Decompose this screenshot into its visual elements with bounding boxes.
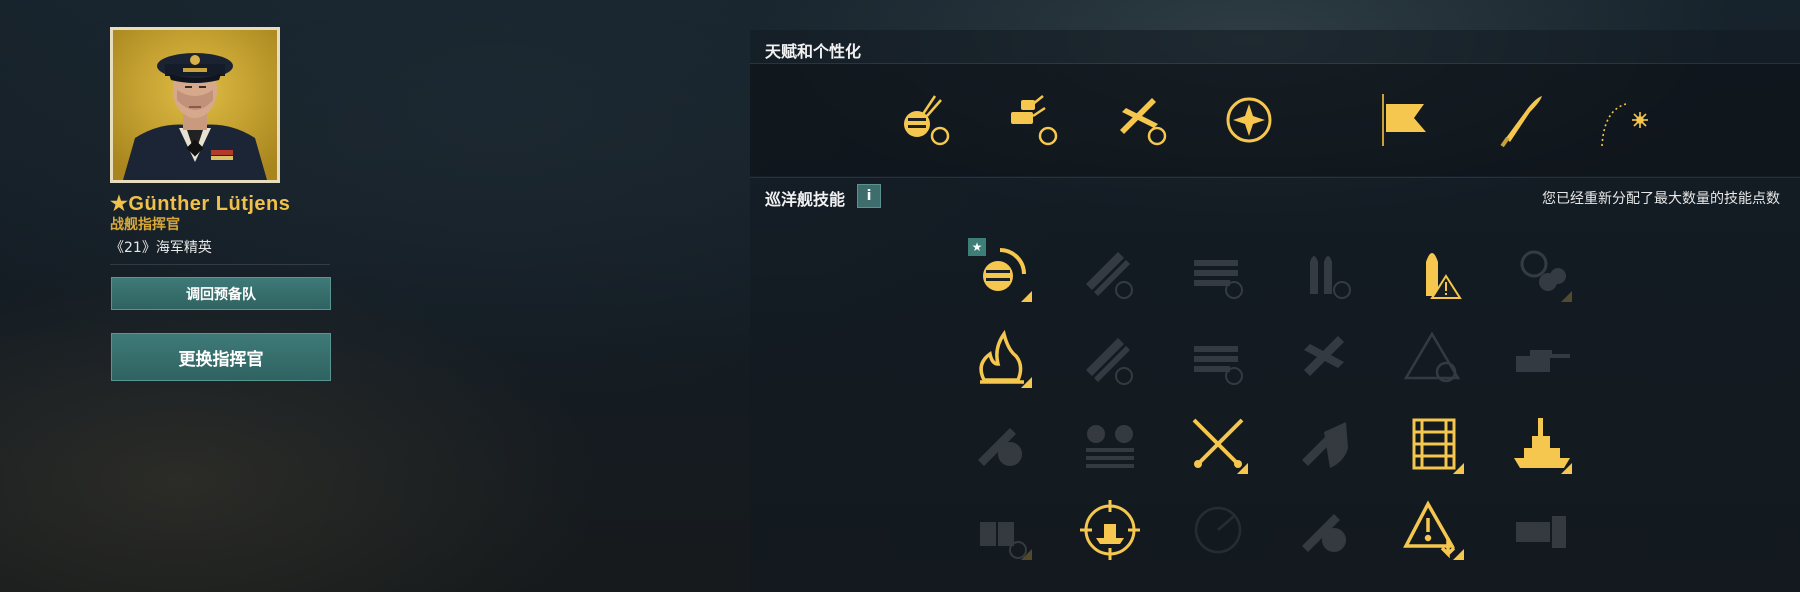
commander-name: ★Günther Lütjens	[110, 193, 291, 215]
corner-marker	[1237, 463, 1248, 474]
info-button[interactable]: i	[857, 184, 881, 208]
skills-title: 巡洋舰技能	[765, 190, 846, 209]
helm-tools-icon[interactable]	[1510, 240, 1574, 304]
corner-marker	[1021, 377, 1032, 388]
target-ship-icon[interactable]	[1078, 498, 1142, 562]
iron-cross-emblem-icon[interactable]	[1219, 90, 1279, 150]
warning-down-icon[interactable]	[1402, 498, 1466, 562]
shield-torpedo-icon[interactable]	[1294, 412, 1358, 476]
corner-marker	[1561, 291, 1572, 302]
turret-rows-icon[interactable]	[1078, 412, 1142, 476]
battleship-icon[interactable]	[1510, 412, 1574, 476]
corner-marker	[1453, 549, 1464, 560]
torpedo-fire-2-icon[interactable]	[1294, 498, 1358, 562]
radar-icon[interactable]	[1186, 498, 1250, 562]
secondary-grid-icon[interactable]	[1510, 498, 1574, 562]
commander-rank: 《21》海军精英	[110, 240, 212, 256]
aircraft-icon[interactable]	[1294, 326, 1358, 390]
warning-target-icon[interactable]	[1402, 326, 1466, 390]
corner-marker	[1021, 291, 1032, 302]
secondary-reload-icon[interactable]	[1186, 240, 1250, 304]
fire-icon[interactable]	[970, 326, 1034, 390]
crossed-swords-icon[interactable]	[1186, 412, 1250, 476]
skill-points-notice: 您已经重新分配了最大数量的技能点数	[1542, 191, 1780, 207]
star-badge: ★	[968, 238, 986, 256]
return-to-reserve-button[interactable]: 调回预备队	[111, 277, 331, 310]
torpedo-reload-icon[interactable]	[1078, 240, 1142, 304]
torpedo-fire-icon[interactable]	[970, 412, 1034, 476]
talents-title: 天赋和个性化	[765, 42, 862, 61]
shell-warning-icon[interactable]	[1402, 240, 1466, 304]
main-battery-skill-icon[interactable]: ★	[968, 238, 1034, 304]
shell-reload-icon[interactable]	[1294, 240, 1358, 304]
secondary-reload-2-icon[interactable]	[1186, 326, 1250, 390]
commander-portrait	[110, 27, 280, 183]
turret-reload-icon[interactable]	[970, 498, 1034, 562]
commander-role: 战舰指挥官	[110, 217, 180, 233]
corner-marker	[1021, 549, 1032, 560]
divider	[110, 264, 330, 265]
shell-icon[interactable]	[1488, 90, 1548, 150]
secondary-battery-reload-icon[interactable]	[1003, 90, 1063, 150]
change-commander-button[interactable]: 更换指挥官	[111, 333, 331, 381]
aircraft-reload-icon[interactable]	[1112, 90, 1172, 150]
ship-gun-icon[interactable]	[1510, 326, 1574, 390]
flag-icon[interactable]	[1380, 90, 1440, 150]
corner-marker	[1561, 463, 1572, 474]
torpedo-reload-2-icon[interactable]	[1078, 326, 1142, 390]
firework-icon[interactable]	[1596, 90, 1656, 150]
main-battery-reload-icon[interactable]	[895, 90, 955, 150]
divider	[750, 177, 1800, 178]
corner-marker	[1453, 463, 1464, 474]
ammo-rack-icon[interactable]	[1402, 412, 1466, 476]
